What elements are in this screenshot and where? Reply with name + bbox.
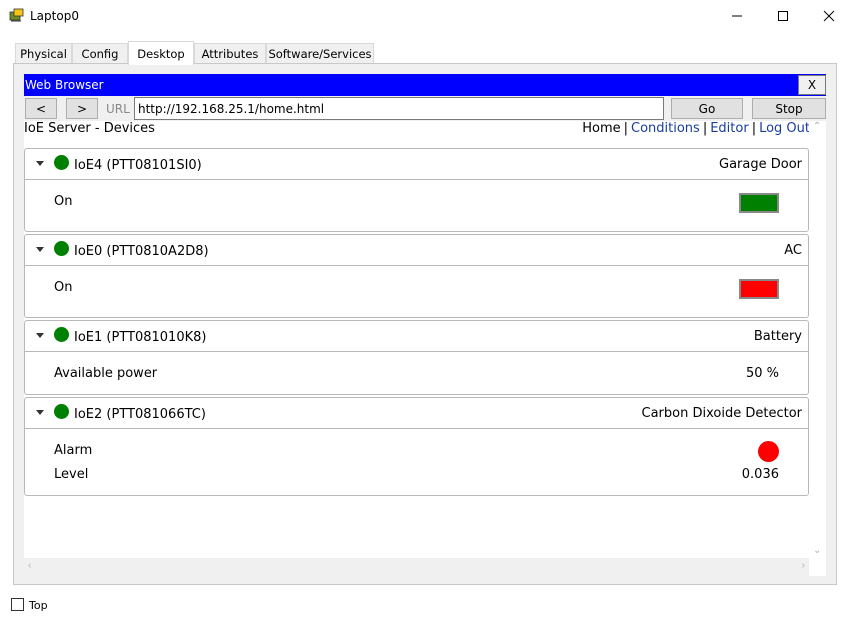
tab-desktop[interactable]: Desktop [128, 41, 194, 65]
vertical-scrollbar[interactable]: ⌃ ⌄ [809, 121, 826, 558]
nav-conditions[interactable]: Conditions [631, 121, 700, 136]
tab-attributes[interactable]: Attributes [194, 43, 266, 64]
top-checkbox[interactable] [11, 598, 24, 611]
alarm-indicator [758, 441, 779, 462]
device-name: IoE4 (PTT08101SI0) [74, 158, 202, 173]
page-content: IoE Server - Devices Home | Conditions | Edi… [24, 121, 826, 576]
device-name: IoE2 (PTT081066TC) [74, 407, 206, 422]
web-browser: Web Browser X < > URL Go Stop IoE Server… [24, 74, 826, 576]
device-header[interactable]: IoE2 (PTT081066TC) Carbon Dixoide Detect… [25, 398, 808, 429]
collapse-caret-icon[interactable] [36, 410, 44, 415]
minimize-icon [732, 15, 742, 16]
stop-button[interactable]: Stop [752, 98, 826, 119]
status-dot [54, 404, 69, 419]
device-header[interactable]: IoE0 (PTT0810A2D8) AC [25, 235, 808, 266]
level-value: 0.036 [741, 467, 779, 482]
device-card-garage-door: IoE4 (PTT08101SI0) Garage Door On [24, 148, 809, 232]
scroll-right-icon[interactable]: › [802, 560, 805, 571]
nav-editor[interactable]: Editor [710, 121, 748, 136]
nav-separator: | [623, 121, 628, 136]
nav-home[interactable]: Home [582, 121, 620, 136]
title-bar: Laptop0 [0, 0, 852, 31]
tab-config[interactable]: Config [72, 43, 128, 64]
top-checkbox-label: Top [29, 599, 48, 612]
browser-title: Web Browser [25, 78, 104, 92]
status-dot [54, 327, 69, 342]
scroll-down-icon[interactable]: ⌄ [813, 545, 821, 556]
url-label: URL [106, 102, 130, 116]
scroll-left-icon[interactable]: ‹ [28, 560, 31, 571]
go-button[interactable]: Go [671, 98, 743, 119]
collapse-caret-icon[interactable] [36, 333, 44, 338]
tab-software-services[interactable]: Software/Services [266, 43, 374, 64]
scroll-up-icon[interactable]: ⌃ [813, 121, 821, 132]
close-icon [823, 10, 835, 21]
horizontal-scrollbar[interactable]: ‹ › [24, 558, 809, 576]
device-type: Battery [753, 329, 802, 344]
device-type: Carbon Dixoide Detector [641, 406, 802, 421]
device-type: AC [784, 243, 802, 258]
state-indicator[interactable] [739, 279, 779, 299]
device-name: IoE0 (PTT0810A2D8) [74, 244, 209, 259]
device-name: IoE1 (PTT081010K8) [74, 330, 207, 345]
level-label: Level [54, 467, 89, 482]
device-header[interactable]: IoE4 (PTT08101SI0) Garage Door [25, 149, 808, 180]
window-title: Laptop0 [30, 9, 79, 23]
minimize-button[interactable] [714, 0, 760, 31]
collapse-caret-icon[interactable] [36, 247, 44, 252]
device-header[interactable]: IoE1 (PTT081010K8) Battery [25, 321, 808, 352]
maximize-icon [778, 10, 788, 21]
close-button[interactable] [806, 0, 852, 31]
status-dot [54, 241, 69, 256]
collapse-caret-icon[interactable] [36, 161, 44, 166]
browser-title-bar: Web Browser [24, 74, 826, 96]
property-value: 50 % [745, 366, 779, 381]
nav-logout[interactable]: Log Out [759, 121, 810, 136]
maximize-button[interactable] [760, 0, 806, 31]
device-card-battery: IoE1 (PTT081010K8) Battery Available pow… [24, 320, 809, 395]
tab-physical[interactable]: Physical [15, 43, 72, 64]
device-card-ac: IoE0 (PTT0810A2D8) AC On [24, 234, 809, 318]
nav-separator: | [702, 121, 708, 136]
page-nav: Home | Conditions | Editor | Log Out [582, 121, 810, 136]
property-label: On [54, 280, 73, 295]
alarm-label: Alarm [54, 443, 93, 458]
device-card-co2-detector: IoE2 (PTT081066TC) Carbon Dixoide Detect… [24, 397, 809, 496]
laptop-icon [9, 8, 24, 22]
property-label: Available power [54, 366, 158, 381]
state-indicator[interactable] [739, 193, 779, 213]
status-dot [54, 155, 69, 170]
page-title: IoE Server - Devices [24, 121, 155, 136]
back-button[interactable]: < [25, 98, 57, 119]
property-label: On [54, 194, 73, 209]
forward-button[interactable]: > [66, 98, 98, 119]
nav-separator: | [751, 121, 757, 136]
browser-close-button[interactable]: X [798, 75, 826, 95]
url-input[interactable] [134, 97, 664, 120]
device-type: Garage Door [719, 157, 802, 172]
